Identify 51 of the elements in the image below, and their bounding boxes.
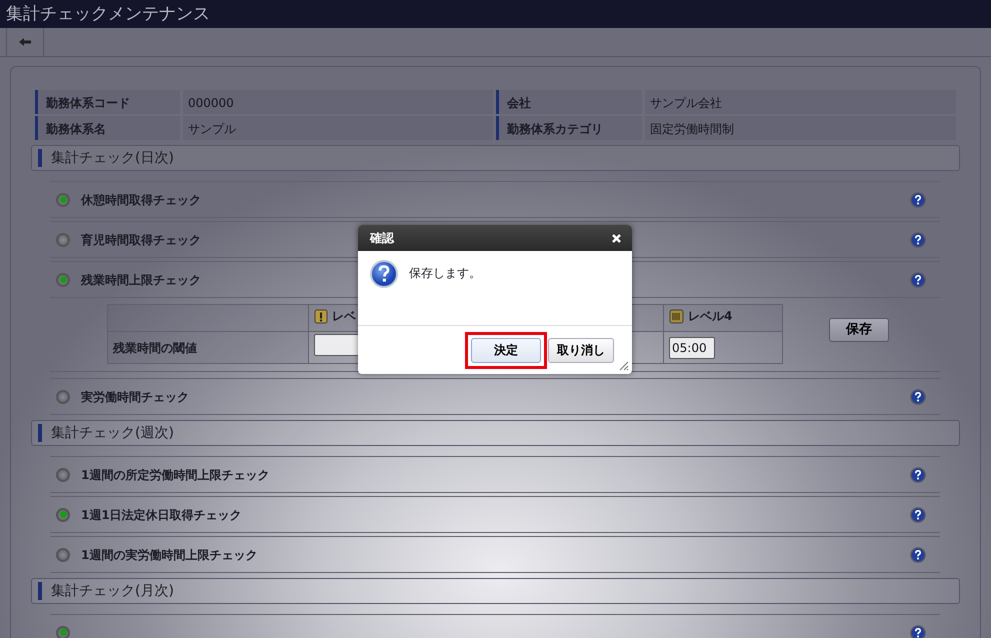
- check-label: 残業時間上限チェック: [81, 272, 201, 288]
- help-icon[interactable]: [910, 272, 926, 288]
- radio-button[interactable]: [56, 390, 70, 404]
- radio-button[interactable]: [56, 468, 70, 482]
- check-label: 1週間の所定労働時間上限チェック: [81, 466, 270, 484]
- field-label: 勤務体系コード: [35, 90, 180, 114]
- meter-icon: [669, 308, 684, 324]
- check-label: 休憩時間取得チェック: [81, 192, 201, 208]
- help-icon[interactable]: [910, 192, 926, 208]
- field-value: 固定労働時間制: [645, 116, 956, 140]
- section-title: 集計チェック(月次): [51, 582, 174, 600]
- save-button[interactable]: 保存: [829, 318, 889, 342]
- section-title: 集計チェック(週次): [51, 424, 174, 442]
- section-title: 集計チェック(日次): [51, 148, 174, 168]
- help-icon[interactable]: [910, 232, 926, 248]
- column-header: レベル4: [688, 308, 732, 326]
- dialog-button[interactable]: 決定: [471, 338, 541, 362]
- column-header: レベ: [332, 308, 356, 326]
- check-label: 1週1日法定休日取得チェック: [81, 506, 242, 524]
- row-label: 残業時間の閾値: [108, 332, 308, 364]
- field-label: 勤務体系名: [35, 116, 180, 140]
- resize-grip-icon[interactable]: [617, 359, 629, 371]
- dialog-button[interactable]: 取り消し: [548, 338, 614, 362]
- radio-button[interactable]: [56, 272, 70, 286]
- dialog-title: 確認: [370, 230, 396, 247]
- radio-button[interactable]: [56, 626, 70, 638]
- dialog-message: 保存します。: [409, 265, 481, 282]
- radio-button[interactable]: [56, 508, 70, 522]
- question-icon: [370, 260, 398, 288]
- help-icon[interactable]: [910, 388, 926, 404]
- field-value: 000000: [183, 90, 493, 114]
- time-input[interactable]: 05:00: [669, 336, 715, 358]
- field-value: サンプル会社: [645, 90, 956, 114]
- help-icon[interactable]: [910, 546, 926, 562]
- radio-button[interactable]: [56, 548, 70, 562]
- window-title: 集計チェックメンテナンス: [0, 0, 991, 28]
- check-label: 1週間の実労働時間上限チェック: [81, 546, 258, 564]
- field-label: 勤務体系カテゴリ: [496, 116, 642, 140]
- check-label: 育児時間取得チェック: [81, 232, 201, 248]
- help-icon[interactable]: [910, 624, 926, 638]
- help-icon[interactable]: [910, 466, 926, 482]
- back-arrow-icon: [18, 37, 32, 47]
- check-label: 実労働時間チェック: [81, 388, 189, 406]
- field-value: サンプル: [183, 116, 493, 140]
- radio-button[interactable]: [56, 232, 70, 246]
- back-button[interactable]: [6, 28, 44, 56]
- help-icon[interactable]: [910, 506, 926, 522]
- radio-button[interactable]: [56, 192, 70, 206]
- field-label: 会社: [496, 90, 642, 114]
- warning-icon: [314, 308, 328, 324]
- close-icon[interactable]: [611, 232, 622, 244]
